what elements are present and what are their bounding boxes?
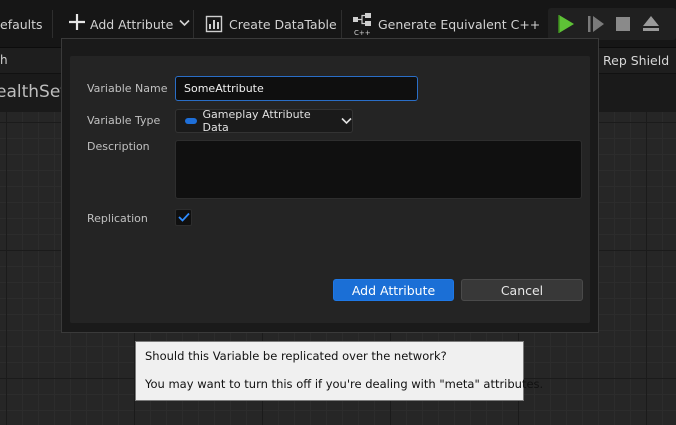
generate-cpp-label: Generate Equivalent C++ (378, 16, 541, 32)
add-attribute-button-label: Add Attribute (351, 282, 436, 298)
add-attribute-dialog: Variable Name Variable Type Gameplay Att… (61, 38, 599, 333)
tooltip-line-2: You may want to turn this off if you're … (145, 377, 544, 391)
attribute-pin-icon (185, 118, 197, 124)
toolbar-separator (341, 10, 342, 38)
variable-name-input[interactable] (175, 76, 418, 101)
variable-type-dropdown[interactable]: Gameplay Attribute Data (175, 108, 353, 134)
checkmark-icon (177, 211, 190, 225)
eject-icon[interactable] (641, 14, 661, 34)
toolbar-separator (52, 10, 53, 38)
replication-label: Replication (87, 212, 148, 225)
step-icon[interactable] (587, 14, 605, 34)
datatable-icon (205, 15, 223, 33)
description-label: Description (87, 140, 150, 153)
plus-icon (68, 13, 86, 36)
play-controls (548, 8, 676, 40)
description-textbox[interactable] (175, 140, 582, 199)
create-datatable-label: Create DataTable (229, 16, 337, 32)
variable-type-value: Gameplay Attribute Data (202, 108, 311, 134)
add-attribute-button[interactable]: Add Attribute (333, 279, 454, 301)
graph-title: ealthSet (0, 82, 67, 102)
chevron-down-icon (341, 117, 352, 125)
replication-tooltip: Should this Variable be replicated over … (135, 341, 543, 401)
class-defaults-label: efaults (0, 16, 43, 32)
variable-type-label: Variable Type (87, 114, 161, 127)
dialog-content: Variable Name Variable Type Gameplay Att… (70, 56, 590, 323)
chevron-down-icon (179, 19, 190, 30)
variable-name-label: Variable Name (87, 82, 168, 95)
svg-text:C++: C++ (354, 29, 371, 36)
rep-shield-label[interactable]: Rep Shield (603, 53, 669, 68)
cpp-class-icon: C++ (352, 12, 372, 36)
cancel-button[interactable]: Cancel (461, 279, 583, 301)
toolbar-separator (193, 10, 194, 38)
add-attribute-toolbar-label: Add Attribute (90, 16, 174, 32)
cancel-button-label: Cancel (500, 282, 544, 298)
class-defaults-button[interactable]: efaults (0, 0, 43, 48)
tab-label-fragment[interactable]: h (0, 53, 8, 67)
stop-icon[interactable] (615, 14, 631, 34)
play-icon[interactable] (556, 14, 576, 34)
tooltip-line-1: Should this Variable be replicated over … (145, 349, 447, 363)
replication-checkbox[interactable] (175, 209, 192, 226)
